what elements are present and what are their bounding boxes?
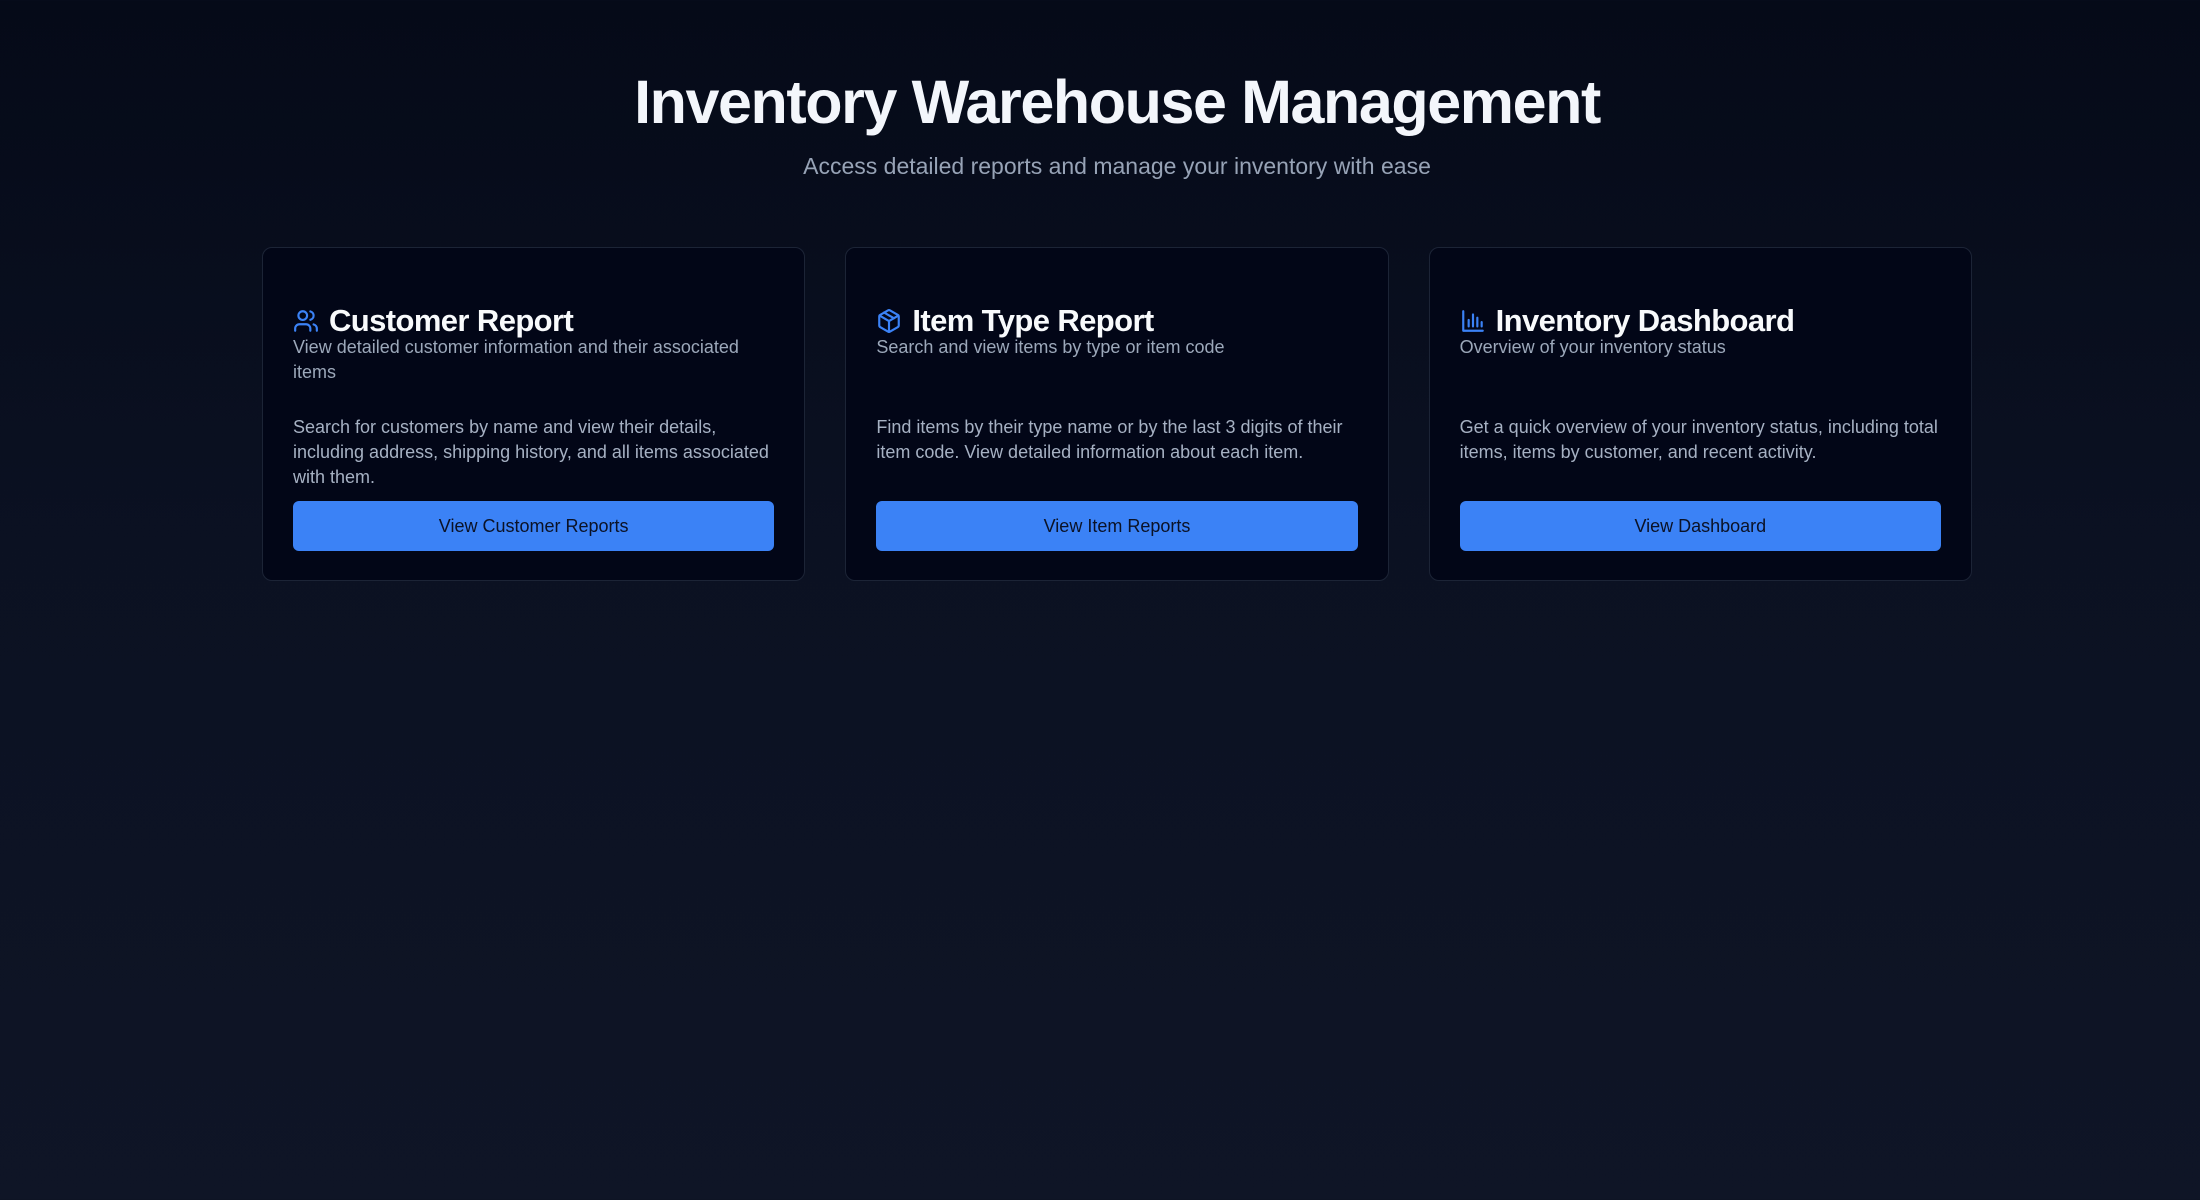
inventory-dashboard-description: Overview of your inventory status [1459,337,1726,357]
page-title: Inventory Warehouse Management [634,68,1601,136]
page-subtitle: Access detailed reports and manage your … [803,153,1431,179]
page-header: Inventory Warehouse Management Access de… [0,62,2200,182]
package-icon [878,308,901,333]
report-cards: Customer Report View detailed customer i… [262,247,1972,581]
customer-report-body: Search for customers by name and view th… [293,417,769,487]
customer-report-card: Customer Report View detailed customer i… [262,247,806,581]
users-icon [294,309,318,332]
item-type-report-card: Item Type Report Search and view items b… [845,247,1389,581]
item-type-report-description: Search and view items by type or item co… [876,337,1225,357]
customer-report-description: View detailed customer information and t… [293,337,739,382]
view-customer-reports-button[interactable]: View Customer Reports [293,501,775,551]
bar-chart-icon [1461,309,1484,332]
inventory-dashboard-card: Inventory Dashboard Overview of your inv… [1428,247,1972,581]
page: Inventory Warehouse Management Access de… [0,0,2200,1200]
item-type-report-body: Find items by their type name or by the … [876,417,1343,462]
view-dashboard-button[interactable]: View Dashboard [1459,501,1941,551]
view-item-reports-button[interactable]: View Item Reports [876,501,1358,551]
inventory-dashboard-body: Get a quick overview of your inventory s… [1459,417,1938,462]
